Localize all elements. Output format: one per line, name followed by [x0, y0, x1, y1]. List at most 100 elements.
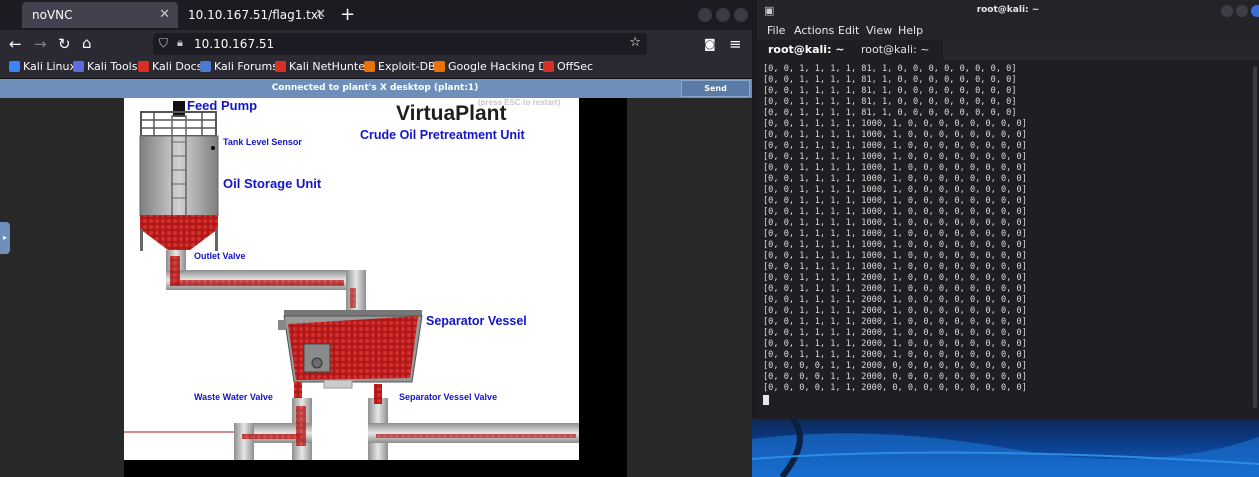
terminal-line: [0, 0, 1, 1, 1, 1, 1000, 1, 0, 0, 0, 0, … — [763, 207, 1027, 217]
terminal-line: [0, 0, 1, 1, 1, 1, 1000, 1, 0, 0, 0, 0, … — [763, 141, 1027, 151]
bookmark-kali-nethunter[interactable]: Kali NetHunter — [275, 60, 370, 73]
terminal-titlebar[interactable]: ▣ root@kali: ~ — [757, 0, 1259, 22]
close-icon[interactable]: ✕ — [315, 7, 326, 22]
reload-icon[interactable]: ↻ — [58, 35, 71, 53]
exploit-db-icon — [364, 61, 375, 72]
terminal-cursor — [763, 395, 769, 405]
star-icon[interactable]: ☆ — [629, 35, 641, 50]
tab-label: noVNC — [32, 8, 73, 22]
tank-level-sensor-label: Tank Level Sensor — [223, 137, 302, 147]
bookmark-kali-tools[interactable]: Kali Tools — [73, 60, 137, 73]
virtuaplant-hmi[interactable]: Feed Pump (press ESC to restart) VirtuaP… — [124, 98, 579, 460]
kali-docs-icon — [138, 61, 149, 72]
pocket-icon[interactable]: ◙ — [704, 35, 716, 53]
bookmark-label: Google Hacking DB — [448, 60, 555, 73]
tab-novnc[interactable]: noVNC ✕ — [22, 2, 178, 28]
shield-icon[interactable]: ⛉ — [159, 36, 168, 51]
terminal-line: [0, 0, 1, 1, 1, 1, 1000, 1, 0, 0, 0, 0, … — [763, 229, 1027, 239]
back-arrow-icon[interactable]: ← — [9, 35, 22, 53]
terminal-line: [0, 0, 1, 1, 1, 1, 2000, 1, 0, 0, 0, 0, … — [763, 350, 1027, 360]
terminal-line: [0, 0, 1, 1, 1, 1, 2000, 1, 0, 0, 0, 0, … — [763, 284, 1027, 294]
terminal-menubar: File Actions Edit View Help — [757, 22, 1259, 40]
novnc-sidebar-handle[interactable]: ▸ — [0, 222, 10, 254]
send-ctrl-alt-del-button[interactable]: Send CtrlAltDel — [681, 80, 750, 108]
menu-help[interactable]: Help — [898, 24, 923, 37]
terminal-line: [0, 0, 1, 1, 1, 1, 1000, 1, 0, 0, 0, 0, … — [763, 130, 1027, 140]
close-window-icon[interactable] — [734, 8, 748, 22]
desktop-background — [752, 419, 1259, 477]
ghdb-icon — [434, 61, 445, 72]
close-window-icon[interactable] — [1251, 5, 1259, 17]
kali-dragon-icon — [9, 61, 20, 72]
bookmark-label: Kali Linux — [23, 60, 77, 73]
terminal-output[interactable]: [0, 0, 1, 1, 1, 1, 81, 1, 0, 0, 0, 0, 0,… — [763, 64, 1243, 414]
waste-water-valve-label: Waste Water Valve — [194, 392, 273, 402]
browser-window: noVNC ✕ 10.10.167.51/flag1.txt ✕ + ← → ↻… — [0, 0, 752, 477]
menu-hamburger-icon[interactable]: ≡ — [729, 35, 742, 53]
terminal-line: [0, 0, 1, 1, 1, 1, 1000, 1, 0, 0, 0, 0, … — [763, 163, 1027, 173]
terminal-title: root@kali: ~ — [976, 5, 1040, 15]
plant-subtitle: Crude Oil Pretreatment Unit — [360, 128, 525, 142]
minimize-icon[interactable] — [698, 8, 712, 22]
terminal-line: [0, 0, 1, 1, 1, 1, 2000, 1, 0, 0, 0, 0, … — [763, 339, 1027, 349]
bookmark-google-hacking-db[interactable]: Google Hacking DB — [434, 60, 554, 73]
bookmark-kali-docs[interactable]: Kali Docs — [138, 60, 202, 73]
menu-actions[interactable]: Actions — [794, 24, 834, 37]
close-icon[interactable]: ✕ — [159, 7, 170, 22]
separator-vessel-valve-label: Separator Vessel Valve — [399, 392, 498, 402]
terminal-line: [0, 0, 1, 1, 1, 1, 2000, 1, 0, 0, 0, 0, … — [763, 328, 1027, 338]
remote-desktop-canvas[interactable]: Feed Pump (press ESC to restart) VirtuaP… — [124, 98, 627, 477]
terminal-line: [0, 0, 1, 1, 1, 1, 2000, 1, 0, 0, 0, 0, … — [763, 317, 1027, 327]
bookmark-label: Exploit-DB — [378, 60, 436, 73]
terminal-line: [0, 0, 1, 1, 1, 1, 1000, 1, 0, 0, 0, 0, … — [763, 196, 1027, 206]
novnc-control-bar: Connected to plant's X desktop (plant:1)… — [0, 79, 752, 108]
separator-vessel-label: Separator Vessel — [426, 314, 527, 328]
terminal-line: [0, 0, 1, 1, 1, 1, 1000, 1, 0, 0, 0, 0, … — [763, 174, 1027, 184]
bookmark-label: Kali NetHunter — [289, 60, 370, 73]
menu-view[interactable]: View — [866, 24, 892, 37]
bookmark-label: OffSec — [557, 60, 594, 73]
terminal-line: [0, 0, 1, 1, 1, 1, 81, 1, 0, 0, 0, 0, 0,… — [763, 86, 1017, 96]
forward-arrow-icon[interactable]: → — [34, 35, 47, 53]
menu-edit[interactable]: Edit — [838, 24, 859, 37]
maximize-icon[interactable] — [716, 8, 730, 22]
terminal-line: [0, 0, 1, 1, 1, 1, 1000, 1, 0, 0, 0, 0, … — [763, 262, 1027, 272]
navigation-toolbar: ← → ↻ ⌂ ⛉ 🔒︎ 10.10.167.51 ☆ ◙ ≡ — [0, 30, 752, 58]
new-tab-plus-icon[interactable]: + — [340, 4, 355, 25]
tab-label: 10.10.167.51/flag1.txt — [188, 8, 323, 22]
terminal-scrollbar[interactable] — [1253, 66, 1257, 408]
bookmark-kali-forums[interactable]: Kali Forums — [200, 60, 278, 73]
lock-icon[interactable]: 🔒︎ — [177, 36, 183, 50]
vnc-status-text: Connected to plant's X desktop (plant:1) — [271, 83, 479, 93]
desktop-wallpaper — [752, 419, 1259, 477]
tab-flag1[interactable]: 10.10.167.51/flag1.txt ✕ — [178, 2, 334, 28]
bookmark-exploit-db[interactable]: Exploit-DB — [364, 60, 436, 73]
bookmark-kali-linux[interactable]: Kali Linux — [9, 60, 76, 73]
offsec-icon — [543, 61, 554, 72]
kali-forums-icon — [200, 61, 211, 72]
terminal-line: [0, 0, 1, 1, 1, 1, 1000, 1, 0, 0, 0, 0, … — [763, 240, 1027, 250]
menu-file[interactable]: File — [767, 24, 785, 37]
home-icon[interactable]: ⌂ — [82, 34, 92, 52]
terminal-line: [0, 0, 0, 0, 1, 1, 2000, 0, 0, 0, 0, 0, … — [763, 361, 1027, 371]
feed-pump-label: Feed Pump — [187, 98, 258, 113]
minimize-icon[interactable] — [1221, 5, 1233, 17]
terminal-tab-2[interactable]: root@kali: ~ — [850, 40, 1036, 60]
terminal-window[interactable]: ▣ root@kali: ~ File Actions Edit View He… — [757, 0, 1259, 419]
terminal-line: [0, 0, 1, 1, 1, 1, 1000, 1, 0, 0, 0, 0, … — [763, 119, 1027, 129]
oil-storage-tank — [139, 111, 219, 251]
url-bar[interactable]: ⛉ 🔒︎ 10.10.167.51 ☆ — [153, 33, 647, 55]
terminal-line: [0, 0, 1, 1, 1, 1, 2000, 1, 0, 0, 0, 0, … — [763, 295, 1027, 305]
maximize-icon[interactable] — [1236, 5, 1248, 17]
kali-tools-icon — [73, 61, 84, 72]
terminal-line: [0, 0, 1, 1, 1, 1, 2000, 1, 0, 0, 0, 0, … — [763, 273, 1027, 283]
terminal-line: [0, 0, 0, 0, 1, 1, 2000, 0, 0, 0, 0, 0, … — [763, 372, 1027, 382]
oil-storage-unit-label: Oil Storage Unit — [223, 176, 322, 191]
bookmark-label: Kali Forums — [214, 60, 278, 73]
terminal-line: [0, 0, 0, 0, 1, 1, 2000, 0, 0, 0, 0, 0, … — [763, 383, 1027, 393]
bookmarks-toolbar: Kali Linux Kali Tools Kali Docs Kali For… — [0, 58, 752, 79]
terminal-line: [0, 0, 1, 1, 1, 1, 2000, 1, 0, 0, 0, 0, … — [763, 306, 1027, 316]
terminal-line: [0, 0, 1, 1, 1, 1, 81, 1, 0, 0, 0, 0, 0,… — [763, 64, 1017, 74]
terminal-line: [0, 0, 1, 1, 1, 1, 1000, 1, 0, 0, 0, 0, … — [763, 251, 1027, 261]
bookmark-offsec[interactable]: OffSec — [543, 60, 593, 73]
